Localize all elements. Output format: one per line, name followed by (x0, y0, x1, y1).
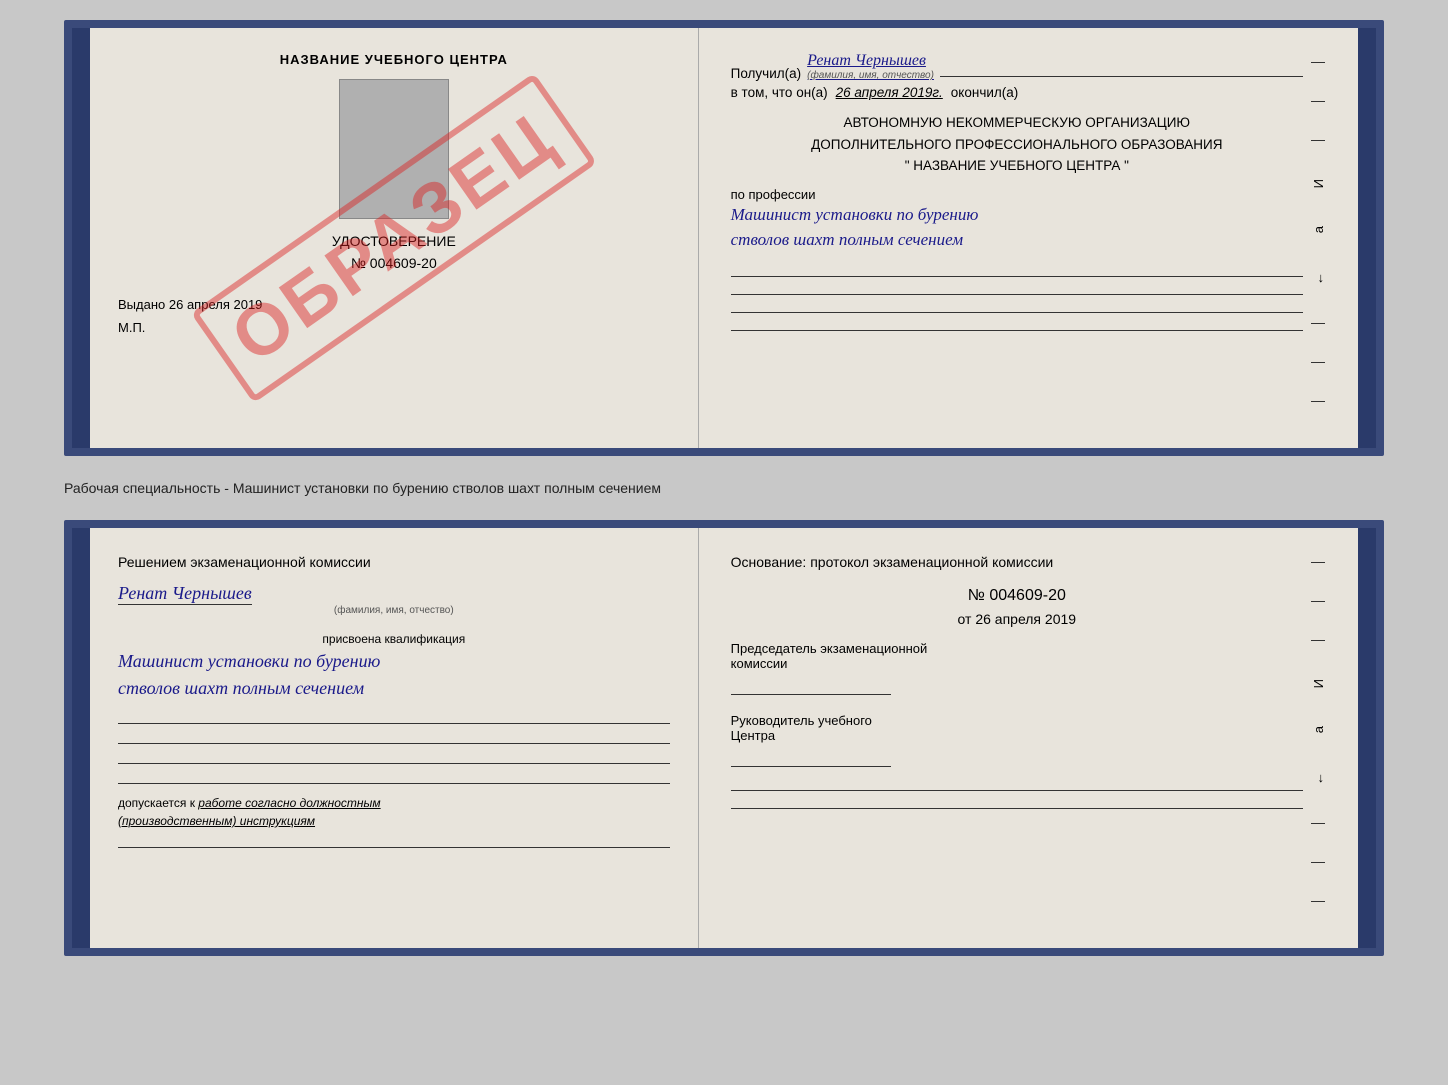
cert-mp: М.П. (118, 320, 670, 335)
name-subtitle: (фамилия, имя, отчество) (807, 70, 934, 81)
date-suffix: окончил(а) (951, 85, 1018, 100)
received-name: Ренат Чернышев (фамилия, имя, отчество) (807, 52, 934, 81)
bottom-name-subtitle: (фамилия, имя, отчество) (118, 605, 670, 616)
decision-text: Решением экзаменационной комиссии (118, 552, 670, 573)
right-а2: а (1311, 726, 1326, 733)
bline2 (118, 732, 670, 744)
cert-title: НАЗВАНИЕ УЧЕБНОГО ЦЕНТРА (118, 52, 670, 67)
issued-label: Выдано (118, 297, 165, 312)
bottom-name: Ренат Чернышев (118, 583, 252, 605)
brdash6 (1311, 901, 1325, 902)
bottom-right-content: Основание: протокол экзаменационной коми… (731, 552, 1303, 924)
right-bottom-lines (731, 265, 1303, 331)
right-arrow: ← (1311, 272, 1326, 285)
brdash2 (1311, 601, 1325, 602)
допускается-label: допускается к (118, 796, 195, 810)
bottom-right-inner: Основание: протокол экзаменационной коми… (731, 552, 1326, 924)
line3 (731, 301, 1303, 313)
director-sig-line (731, 747, 891, 767)
doc-inner-top: НАЗВАНИЕ УЧЕБНОГО ЦЕНТРА УДОСТОВЕРЕНИЕ №… (90, 28, 1358, 448)
right-inner: Получил(а) Ренат Чернышев (фамилия, имя,… (731, 52, 1326, 424)
rdash2 (1311, 101, 1325, 102)
director-block: Руководитель учебного Центра (731, 713, 1303, 767)
bottom-right-lines (731, 779, 1303, 809)
right-arrow2: ← (1311, 772, 1326, 785)
brline1 (731, 779, 1303, 791)
protocol-date: от 26 апреля 2019 (731, 611, 1303, 627)
rdash5 (1311, 362, 1325, 363)
cert-photo (339, 79, 449, 219)
protocol-date-val: 26 апреля 2019 (975, 611, 1076, 627)
basis-label: Основание: протокол экзаменационной коми… (731, 552, 1303, 573)
qualification-value: Машинист установки по бурению стволов ша… (118, 648, 670, 702)
spine-left-bottom (72, 528, 90, 948)
doc-inner-bottom: Решением экзаменационной комиссии Ренат … (90, 528, 1358, 948)
bottom-right-edge-dashes: И а ← (1311, 552, 1326, 924)
org-line1: АВТОНОМНУЮ НЕКОММЕРЧЕСКУЮ ОРГАНИЗАЦИЮ (731, 112, 1303, 134)
date-line: в том, что он(а) 26 апреля 2019г. окончи… (731, 85, 1303, 100)
line4 (731, 319, 1303, 331)
bline3 (118, 752, 670, 764)
date-value: 26 апреля 2019г. (836, 85, 943, 100)
bottom-doc-right: Основание: протокол экзаменационной коми… (699, 528, 1358, 948)
bottom-document: Решением экзаменационной комиссии Ренат … (64, 520, 1384, 956)
chairman-block: Председатель экзаменационной комиссии (731, 641, 1303, 695)
top-doc-left: НАЗВАНИЕ УЧЕБНОГО ЦЕНТРА УДОСТОВЕРЕНИЕ №… (90, 28, 699, 448)
right-и2: И (1311, 679, 1326, 688)
rdash4 (1311, 323, 1325, 324)
brdash4 (1311, 823, 1325, 824)
top-document: НАЗВАНИЕ УЧЕБНОГО ЦЕНТРА УДОСТОВЕРЕНИЕ №… (64, 20, 1384, 456)
org-line3: " НАЗВАНИЕ УЧЕБНОГО ЦЕНТРА " (731, 155, 1303, 177)
cert-stamp: УДОСТОВЕРЕНИЕ № 004609-20 (118, 233, 670, 277)
qualification-label: присвоена квалификация (118, 632, 670, 646)
right-а: а (1311, 226, 1326, 233)
protocol-date-prefix: от (958, 611, 972, 627)
rdash6 (1311, 401, 1325, 402)
separator-text: Рабочая специальность - Машинист установ… (64, 474, 1384, 502)
cert-stamp-label: УДОСТОВЕРЕНИЕ (118, 233, 670, 249)
right-и: И (1311, 179, 1326, 188)
brdash3 (1311, 640, 1325, 641)
spine-left (72, 28, 90, 448)
cert-number: № 004609-20 (118, 255, 670, 271)
bottom-lines (118, 712, 670, 784)
chairman-label: Председатель экзаменационной комиссии (731, 641, 1303, 671)
date-prefix: в том, что он(а) (731, 85, 828, 100)
right-content: Получил(а) Ренат Чернышев (фамилия, имя,… (731, 52, 1303, 424)
line2 (731, 283, 1303, 295)
допускается-block: допускается к работе согласно должностны… (118, 794, 670, 830)
bline4 (118, 772, 670, 784)
bline1 (118, 712, 670, 724)
issued-date: 26 апреля 2019 (169, 297, 263, 312)
profession-value: Машинист установки по бурению стволов ша… (731, 202, 1303, 253)
org-block: АВТОНОМНУЮ НЕКОММЕРЧЕСКУЮ ОРГАНИЗАЦИЮ ДО… (731, 112, 1303, 177)
profession-block: по профессии Машинист установки по бурен… (731, 187, 1303, 253)
received-line: Получил(а) Ренат Чернышев (фамилия, имя,… (731, 52, 1303, 81)
bottom-doc-left: Решением экзаменационной комиссии Ренат … (90, 528, 699, 948)
cert-issued: Выдано 26 апреля 2019 (118, 297, 670, 312)
rdash1 (1311, 62, 1325, 63)
chairman-sig-line (731, 675, 891, 695)
name-dash (940, 76, 1303, 77)
brline2 (731, 797, 1303, 809)
spine-right-top (1358, 28, 1376, 448)
protocol-number: № 004609-20 (731, 587, 1303, 605)
top-doc-right: Получил(а) Ренат Чернышев (фамилия, имя,… (699, 28, 1358, 448)
right-edge-dashes: И а ← (1311, 52, 1326, 424)
org-line2: ДОПОЛНИТЕЛЬНОГО ПРОФЕССИОНАЛЬНОГО ОБРАЗО… (731, 134, 1303, 156)
rdash3 (1311, 140, 1325, 141)
profession-label: по профессии (731, 187, 1303, 202)
brdash1 (1311, 562, 1325, 563)
допускается-line (118, 836, 670, 848)
bottom-name-block: Ренат Чернышев (фамилия, имя, отчество) (118, 583, 670, 616)
spine-right-bottom (1358, 528, 1376, 948)
line1 (731, 265, 1303, 277)
brdash5 (1311, 862, 1325, 863)
received-label: Получил(а) (731, 66, 802, 81)
director-label: Руководитель учебного Центра (731, 713, 1303, 743)
